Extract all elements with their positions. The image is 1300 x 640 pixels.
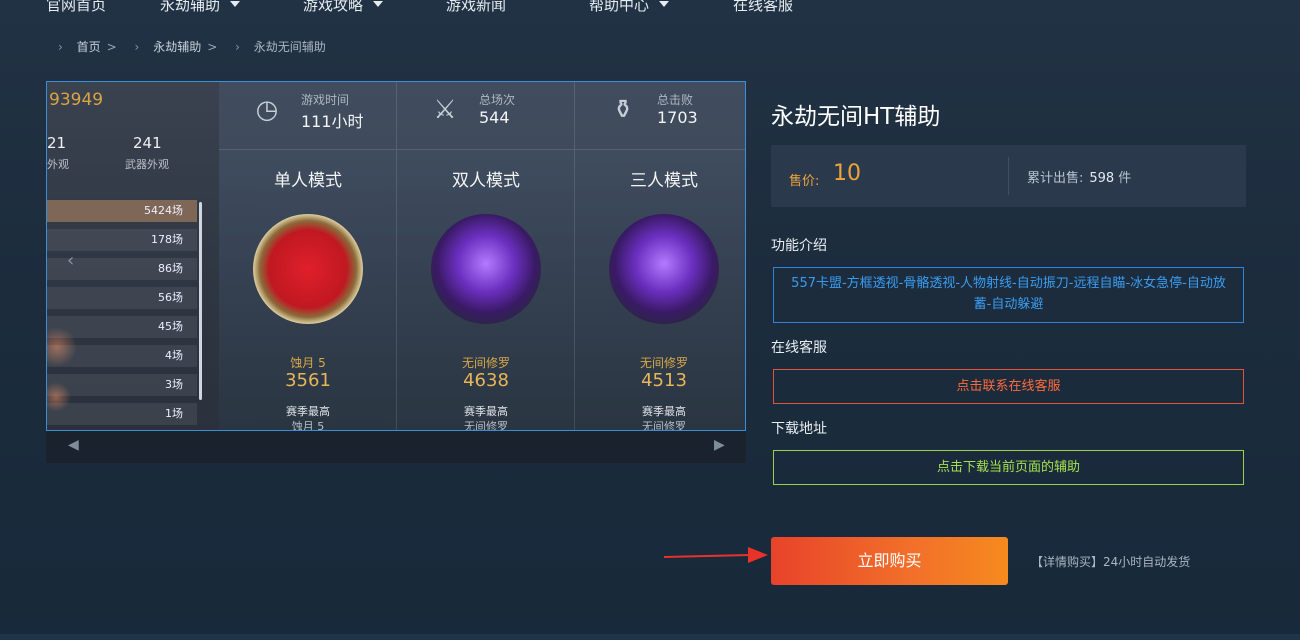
mode-title: 三人模式 (630, 171, 698, 191)
breadcrumb-category[interactable]: 永劫辅助 (153, 40, 201, 54)
rank-score: 4638 (463, 370, 509, 391)
buy-now-button[interactable]: 立即购买 (771, 537, 1008, 585)
nav-item-home[interactable]: 官网首页 (46, 0, 106, 15)
mode-title: 单人模式 (274, 171, 342, 191)
rank-name: 无间修罗 (461, 356, 510, 370)
season-label: 赛季最高 (464, 405, 508, 418)
price-box: 售价: 10 累计出售: 598 件 (771, 145, 1246, 207)
appearance-count: 21 (47, 134, 67, 152)
service-title: 在线客服 (771, 340, 827, 356)
price-value: 10 (833, 161, 861, 186)
breadcrumb: › 首页 > › 永劫辅助 > › 永劫无间辅助 (58, 38, 326, 55)
nav-home-label: 官网首页 (46, 0, 107, 14)
rank-score: 4513 (641, 370, 687, 391)
nav-item-service[interactable]: 在线客服 (733, 0, 793, 15)
nav-item-news[interactable]: 游戏新闻 (446, 0, 506, 15)
rank-row: 5424场 (47, 200, 197, 222)
price-label: 售价: (789, 174, 820, 189)
chevron-right-icon: › (134, 40, 140, 54)
rank-score: 3561 (285, 370, 331, 391)
crossed-swords-icon: ⚔ (433, 95, 457, 125)
sold-unit: 件 (1118, 171, 1132, 186)
stat-label: 游戏时间 (301, 93, 350, 107)
breadcrumb-separator: > (106, 40, 117, 54)
stat-label: 总场次 (479, 93, 516, 107)
rank-name: 蚀月 5 (290, 356, 326, 370)
mode-title: 双人模式 (452, 171, 520, 191)
rank-row: 4场 (47, 345, 197, 367)
sold-label: 累计出售: (1027, 171, 1084, 186)
rank-row: 45场 (47, 316, 197, 338)
contact-service-button[interactable]: 点击联系在线客服 (773, 369, 1244, 404)
rank-emblem-icon (431, 214, 541, 324)
rank-name: 无间修罗 (639, 356, 688, 370)
stat-value: 1703 (657, 108, 698, 127)
sold-number: 598 (1089, 171, 1115, 186)
mode-duo: 双人模式 无间修罗 4638 赛季最高 无间修罗 (397, 150, 575, 431)
stat-label: 总击败 (657, 93, 694, 107)
nav-item-assist[interactable]: 永劫辅助 (160, 0, 241, 15)
top-nav: 官网首页 永劫辅助 游戏攻略 游戏新闻 帮助中心 在线客服 (0, 0, 1300, 22)
feature-title: 功能介绍 (771, 238, 827, 254)
sword-trophy-icon: ⚱ (612, 95, 634, 125)
footer-strip (0, 634, 1300, 640)
buy-note: 【详情购买】24小时自动发货 (1031, 555, 1191, 569)
rank-row: 178场 (47, 229, 197, 251)
chevron-right-icon: › (58, 40, 63, 54)
rank-emblem-icon (253, 214, 363, 324)
stat-value: 111小时 (301, 112, 364, 131)
feature-description: 557卡盟-方框透视-骨骼透视-人物射线-自动振刀-远程自瞄-冰女急停-自动放蓄… (773, 267, 1244, 323)
stat-play-time: ◷ 游戏时间 111小时 (219, 82, 397, 150)
chevron-down-icon (373, 0, 384, 7)
chevron-right-icon: › (235, 40, 240, 54)
season-label: 赛季最高 (642, 405, 686, 418)
nav-help-label: 帮助中心 (589, 0, 650, 14)
screenshot-main-panel: ◷ 游戏时间 111小时 ⚔ 总场次 544 ⚱ 总击败 1703 单人模式 蚀… (219, 82, 745, 431)
divider (1008, 157, 1009, 195)
nav-service-label: 在线客服 (733, 0, 794, 14)
breadcrumb-separator: > (207, 40, 218, 54)
chevron-down-icon (659, 0, 670, 7)
stat-total-kills: ⚱ 总击败 1703 (575, 82, 745, 150)
download-button[interactable]: 点击下载当前页面的辅助 (773, 450, 1244, 485)
chevron-down-icon (230, 0, 241, 7)
stat-total-matches: ⚔ 总场次 544 (397, 82, 575, 150)
nav-guides-label: 游戏攻略 (303, 0, 364, 14)
weapon-appearance-label: 武器外观 (125, 158, 169, 171)
nav-news-label: 游戏新闻 (446, 0, 507, 14)
season-rank: 蚀月 5 (291, 420, 325, 431)
mode-solo: 单人模式 蚀月 5 3561 赛季最高 蚀月 5 (219, 150, 397, 431)
appearance-label: 外观 (47, 158, 69, 171)
nav-item-help[interactable]: 帮助中心 (589, 0, 670, 15)
gallery-slider: ◀ ▶ (46, 431, 746, 463)
stat-value: 544 (479, 108, 510, 127)
slider-next-icon[interactable]: ▶ (714, 437, 725, 453)
season-rank: 无间修罗 (642, 420, 686, 431)
mode-trio: 三人模式 无间修罗 4513 赛季最高 无间修罗 (575, 150, 745, 431)
chevron-left-icon: ‹ (67, 250, 75, 271)
rank-emblem-icon (609, 214, 719, 324)
scrollbar (199, 202, 202, 400)
nav-assist-label: 永劫辅助 (160, 0, 221, 14)
rank-row: 56场 (47, 287, 197, 309)
season-label: 赛季最高 (286, 405, 330, 418)
clock-icon: ◷ (255, 95, 279, 125)
pointer-arrow-icon (664, 547, 768, 563)
product-title: 永劫无间HT辅助 (771, 104, 941, 130)
player-number: 93949 (49, 90, 104, 110)
slider-prev-icon[interactable]: ◀ (68, 437, 79, 453)
sold-count: 累计出售: 598 件 (1027, 167, 1131, 186)
screenshot-left-panel: 93949 21 外观 241 武器外观 5424场 178场 86场 56场 … (47, 82, 219, 430)
product-screenshot: 93949 21 外观 241 武器外观 5424场 178场 86场 56场 … (46, 81, 746, 431)
breadcrumb-current: 永劫无间辅助 (253, 40, 326, 54)
nav-item-guides[interactable]: 游戏攻略 (303, 0, 384, 15)
rank-row: 1场 (47, 403, 197, 425)
weapon-appearance-count: 241 (133, 134, 162, 152)
breadcrumb-home[interactable]: 首页 (77, 40, 101, 54)
download-title: 下载地址 (771, 421, 827, 437)
rank-row: 3场 (47, 374, 197, 396)
season-rank: 无间修罗 (464, 420, 508, 431)
